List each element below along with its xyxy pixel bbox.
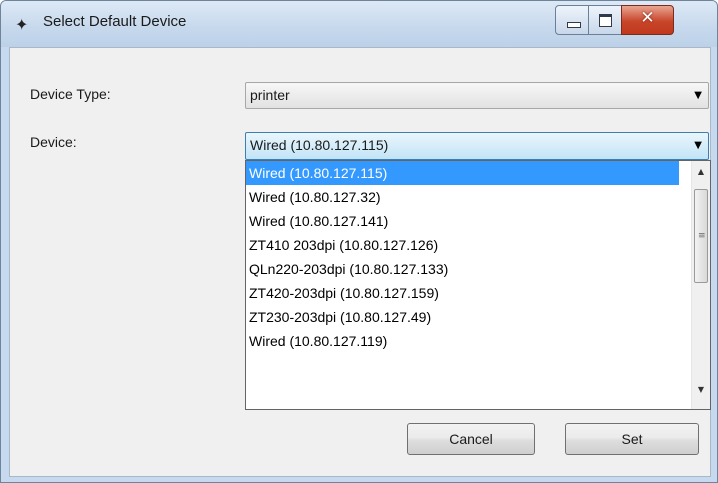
device-dropdown-list[interactable]: Wired (10.80.127.115) Wired (10.80.127.3… <box>245 160 711 410</box>
title-bar[interactable]: ✦ Select Default Device ✕ <box>1 1 717 47</box>
dropdown-item[interactable]: Wired (10.80.127.115) <box>246 161 679 185</box>
scroll-down-icon[interactable]: ▼ <box>692 385 710 394</box>
close-button[interactable]: ✕ <box>621 5 674 35</box>
dropdown-item[interactable]: Wired (10.80.127.32) <box>246 185 679 209</box>
device-label: Device: <box>30 134 77 150</box>
dropdown-item[interactable]: ZT230-203dpi (10.80.127.49) <box>246 305 679 329</box>
minimize-icon <box>567 22 581 28</box>
maximize-icon <box>599 14 612 27</box>
window-title: Select Default Device <box>43 13 187 30</box>
scroll-up-icon[interactable]: ▲ <box>692 167 710 176</box>
dropdown-item[interactable]: ZT420-203dpi (10.80.127.159) <box>246 281 679 305</box>
chevron-down-icon: ▼ <box>694 90 702 101</box>
dialog-body: Device Type: printer ▼ Device: Wired (10… <box>9 47 711 477</box>
device-app-icon: ✦ <box>15 15 29 34</box>
minimize-button[interactable] <box>555 5 590 35</box>
dropdown-item[interactable]: Wired (10.80.127.119) <box>246 329 679 353</box>
dropdown-item[interactable]: QLn220-203dpi (10.80.127.133) <box>246 257 679 281</box>
grip-icon: ≡ <box>698 231 706 241</box>
cancel-button[interactable]: Cancel <box>407 423 535 455</box>
device-value: Wired (10.80.127.115) <box>250 137 389 153</box>
select-default-device-window: ✦ Select Default Device ✕ Device Type: p… <box>0 0 718 483</box>
dropdown-item[interactable]: Wired (10.80.127.141) <box>246 209 679 233</box>
scrollbar-thumb[interactable]: ≡ <box>694 189 708 283</box>
device-type-value: printer <box>250 87 290 103</box>
device-type-label: Device Type: <box>30 86 111 102</box>
chevron-down-icon: ▼ <box>694 140 702 151</box>
maximize-button[interactable] <box>588 5 623 35</box>
set-button[interactable]: Set <box>565 423 699 455</box>
dropdown-item[interactable]: ZT410 203dpi (10.80.127.126) <box>246 233 679 257</box>
device-type-select[interactable]: printer ▼ <box>245 82 709 109</box>
device-select[interactable]: Wired (10.80.127.115) ▼ <box>245 132 709 160</box>
close-icon: ✕ <box>640 8 655 28</box>
dropdown-scrollbar[interactable]: ▲ ≡ ▼ <box>691 161 710 409</box>
